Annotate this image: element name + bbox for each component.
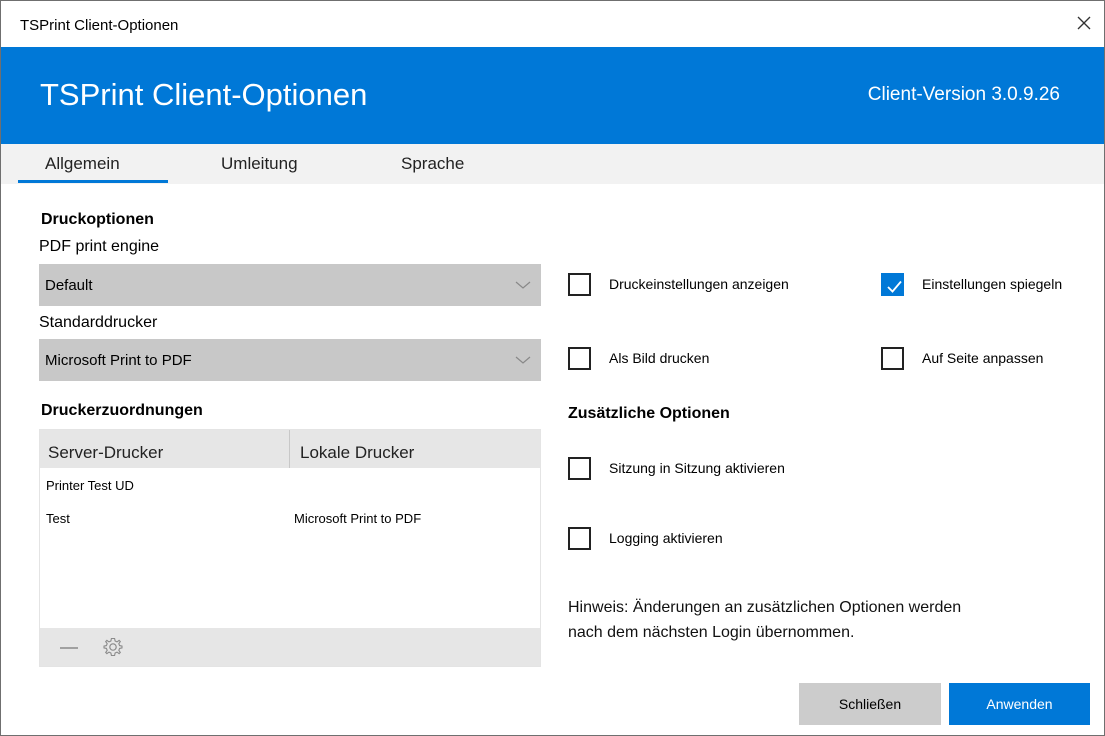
print-as-image-label: Als Bild drucken xyxy=(609,350,710,366)
checkbox-box[interactable] xyxy=(568,457,591,480)
default-printer-value: Microsoft Print to PDF xyxy=(45,352,192,369)
local-printer-cell: Microsoft Print to PDF xyxy=(294,511,422,526)
hint-line-1: Hinweis: Änderungen an zusätzlichen Opti… xyxy=(568,599,962,616)
hint-text: Hinweis: Änderungen an zusätzlichen Opti… xyxy=(568,595,1068,645)
dialog-window: TSPrint Client-Optionen TSPrint Client-O… xyxy=(0,0,1105,736)
apply-button[interactable]: Anwenden xyxy=(949,683,1090,725)
checkmark-icon xyxy=(887,280,902,293)
default-printer-select[interactable]: Microsoft Print to PDF xyxy=(39,339,541,381)
tab-sprache[interactable]: Sprache xyxy=(401,154,464,174)
default-printer-label: Standarddrucker xyxy=(39,314,158,331)
checkbox-box[interactable] xyxy=(568,273,591,296)
pdf-engine-value: Default xyxy=(45,277,93,294)
session-in-session-label: Sitzung in Sitzung aktivieren xyxy=(609,460,785,476)
print-options-heading: Druckoptionen xyxy=(41,211,154,228)
column-header-local[interactable]: Lokale Drucker xyxy=(300,443,414,463)
active-tab-indicator xyxy=(18,180,168,183)
pdf-engine-label: PDF print engine xyxy=(39,238,160,255)
window-title: TSPrint Client-Optionen xyxy=(20,17,179,34)
printer-mapping-table: Server-Drucker Lokale Drucker Printer Te… xyxy=(39,429,541,667)
title-bar: TSPrint Client-Optionen xyxy=(1,1,1104,47)
hint-line-2: nach dem nächsten Login übernommen. xyxy=(568,624,855,641)
checkbox-box[interactable] xyxy=(568,527,591,550)
additional-options-heading: Zusätzliche Optionen xyxy=(568,405,730,422)
table-toolbar xyxy=(40,628,540,666)
server-printer-cell: Test xyxy=(46,511,70,526)
printer-mappings-heading: Druckerzuordnungen xyxy=(41,402,203,419)
show-print-settings-label: Druckeinstellungen anzeigen xyxy=(609,276,789,292)
remove-icon[interactable] xyxy=(58,638,80,658)
tab-umleitung[interactable]: Umleitung xyxy=(221,154,298,174)
fit-to-page-label: Auf Seite anpassen xyxy=(922,350,1044,366)
pdf-engine-select[interactable]: Default xyxy=(39,264,541,306)
tab-bar: Allgemein Umleitung Sprache xyxy=(1,144,1104,184)
app-header: TSPrint Client-Optionen Client-Version 3… xyxy=(1,47,1104,144)
tab-allgemein[interactable]: Allgemein xyxy=(45,154,120,174)
table-row[interactable]: Test Microsoft Print to PDF xyxy=(40,505,540,533)
table-row[interactable]: Printer Test UD xyxy=(40,472,540,500)
column-divider[interactable] xyxy=(289,430,290,468)
logging-label: Logging aktivieren xyxy=(609,530,723,546)
close-button[interactable]: Schließen xyxy=(799,683,941,725)
mirror-settings-label: Einstellungen spiegeln xyxy=(922,276,1063,292)
close-icon[interactable] xyxy=(1074,13,1094,33)
checkbox-box[interactable] xyxy=(881,273,904,296)
checkbox-box[interactable] xyxy=(881,347,904,370)
column-header-server[interactable]: Server-Drucker xyxy=(48,443,163,463)
app-title: TSPrint Client-Optionen xyxy=(40,77,368,112)
gear-icon[interactable] xyxy=(102,636,124,658)
chevron-down-icon xyxy=(515,278,531,290)
server-printer-cell: Printer Test UD xyxy=(46,478,134,493)
chevron-down-icon xyxy=(515,353,531,365)
client-version: Client-Version 3.0.9.26 xyxy=(867,84,1060,105)
checkbox-box[interactable] xyxy=(568,347,591,370)
table-header: Server-Drucker Lokale Drucker xyxy=(40,430,540,468)
